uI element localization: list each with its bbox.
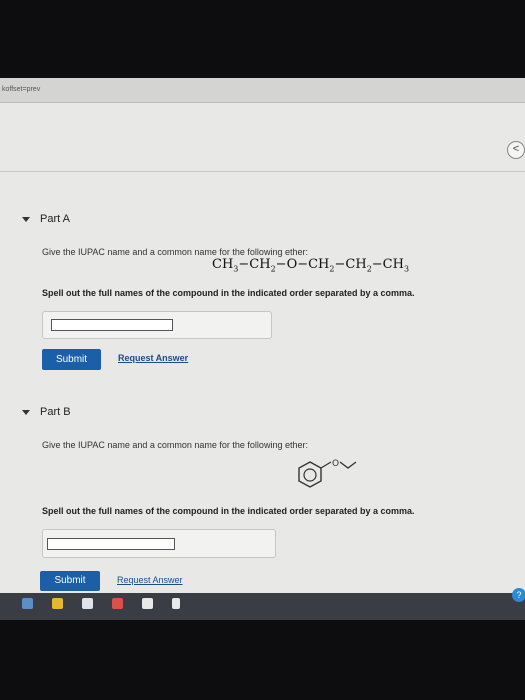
taskbar	[0, 593, 525, 620]
part-a-header[interactable]: Part A	[22, 213, 70, 225]
part-a-request-answer-link[interactable]: Request Answer	[118, 353, 188, 363]
office-icon[interactable]	[112, 598, 123, 609]
part-a-answer-input[interactable]	[51, 319, 173, 331]
collapse-caret-icon	[22, 216, 30, 222]
part-b-title: Part B	[40, 406, 71, 418]
url-strip: koffset=prev	[0, 78, 525, 103]
part-b-question: Give the IUPAC name and a common name fo…	[42, 440, 308, 450]
part-b-answer-input[interactable]	[47, 538, 175, 550]
back-button[interactable]: <	[507, 141, 525, 159]
collapse-caret-icon	[22, 409, 30, 415]
part-a-formula: CH3−CH2−O−CH2−CH2−CH3	[212, 257, 410, 274]
flag-icon[interactable]	[172, 598, 180, 609]
svg-text:O: O	[332, 459, 339, 469]
url-fragment: koffset=prev	[2, 86, 41, 93]
part-a-submit-button[interactable]: Submit	[42, 349, 101, 370]
part-b-submit-button[interactable]: Submit	[40, 571, 100, 591]
part-b-instruction: Spell out the full names of the compound…	[42, 506, 415, 516]
browser-window: koffset=prev < Part A Give the IUPAC nam…	[0, 78, 525, 620]
dropbox-icon[interactable]	[82, 598, 93, 609]
part-b-request-answer-link[interactable]: Request Answer	[117, 575, 183, 585]
part-a-answer-area	[42, 311, 272, 339]
store-icon[interactable]	[52, 598, 63, 609]
phenyl-ether-structure: O	[298, 459, 357, 488]
mail-icon[interactable]	[142, 598, 153, 609]
part-b-answer-area	[42, 529, 276, 558]
part-a-instruction: Spell out the full names of the compound…	[42, 288, 415, 298]
section-divider	[0, 171, 525, 172]
part-b-header[interactable]: Part B	[22, 406, 71, 418]
chrome-icon[interactable]	[22, 598, 33, 609]
help-icon[interactable]: ?	[512, 588, 525, 602]
part-a-title: Part A	[40, 213, 70, 225]
part-a-question: Give the IUPAC name and a common name fo…	[42, 247, 308, 257]
